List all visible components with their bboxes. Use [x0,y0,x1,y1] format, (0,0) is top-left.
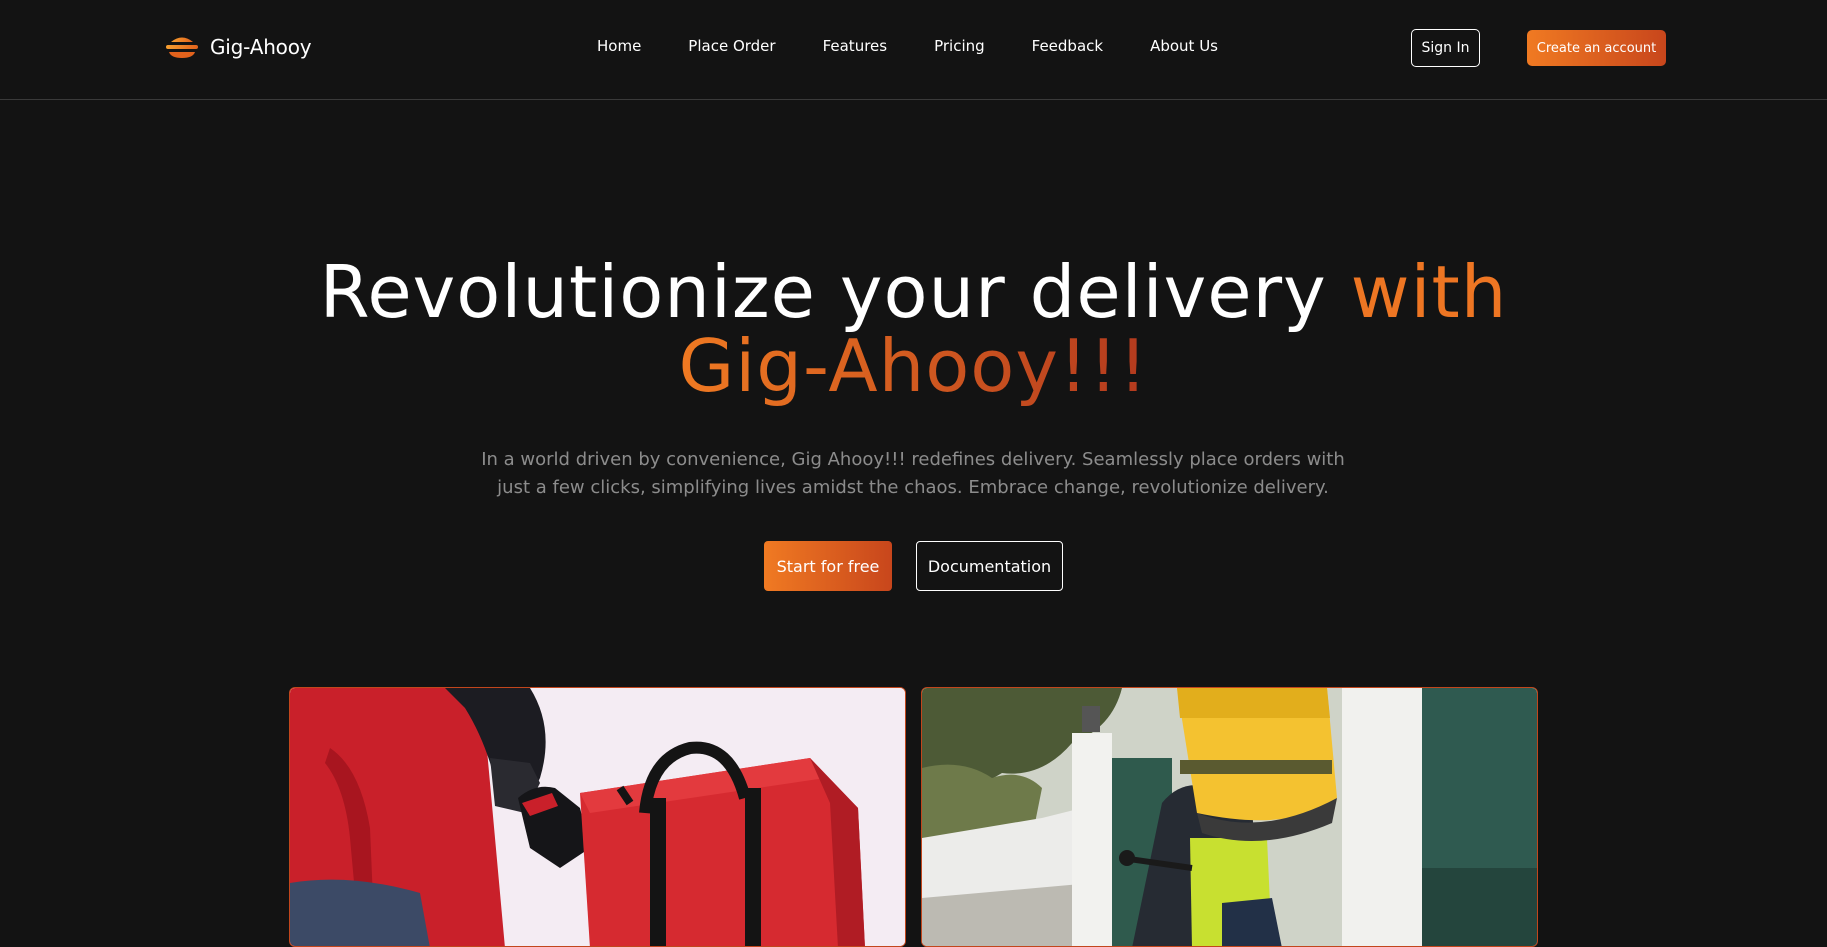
nav-link-feedback[interactable]: Feedback [1032,37,1103,55]
stacked-burger-logo-icon [166,37,198,58]
delivery-cyclist-yellow-backpack-image [921,687,1538,947]
hero-title-accent-word: with [1350,250,1508,334]
top-navbar: Gig-Ahooy Home Place Order Features Pric… [0,0,1827,100]
nav-link-about-us[interactable]: About Us [1150,37,1218,55]
brand[interactable]: Gig-Ahooy [164,32,312,62]
delivery-courier-red-bag-image [289,687,906,947]
hero-title-brand: Gig-Ahooy!!! [678,324,1149,408]
nav-link-pricing[interactable]: Pricing [934,37,985,55]
main-navigation: Home Place Order Features Pricing Feedba… [597,37,1218,55]
red-bag-illustration [290,688,905,946]
nav-link-features[interactable]: Features [823,37,888,55]
hero-title: Revolutionize your delivery with Gig-Ahoo… [0,255,1827,403]
hero-title-main: Revolutionize your delivery [319,250,1351,334]
nav-link-place-order[interactable]: Place Order [688,37,775,55]
documentation-button[interactable]: Documentation [916,541,1063,591]
nav-link-home[interactable]: Home [597,37,641,55]
brand-name: Gig-Ahooy [210,35,312,59]
cyclist-illustration [922,688,1537,946]
create-account-button[interactable]: Create an account [1527,30,1666,66]
sign-in-button[interactable]: Sign In [1411,29,1480,67]
start-for-free-button[interactable]: Start for free [764,541,892,591]
hero-subtitle: In a world driven by convenience, Gig Ah… [481,449,1345,498]
